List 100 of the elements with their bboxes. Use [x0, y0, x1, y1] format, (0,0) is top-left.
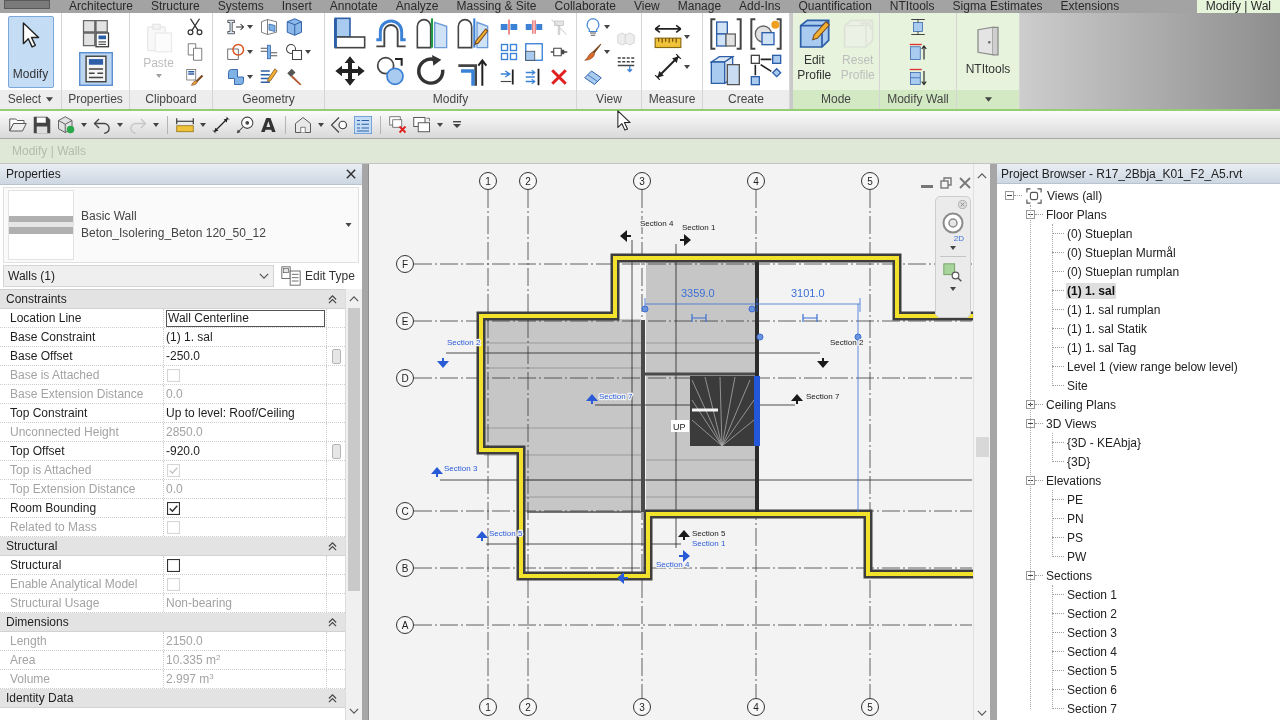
tree-item[interactable]: Site	[1066, 377, 1089, 394]
customize-toolbar-icon[interactable]	[452, 121, 461, 128]
tree-item[interactable]: Section 5	[1066, 662, 1119, 679]
caret-icon[interactable]	[950, 287, 956, 291]
tree-item[interactable]: (1) 1. sal Statik	[1066, 320, 1149, 337]
caret-icon[interactable]	[603, 49, 610, 54]
steering-wheel-icon[interactable]	[942, 212, 964, 234]
collapse-toggle-icon[interactable]	[1026, 571, 1035, 580]
section-head-icon[interactable]	[678, 530, 690, 540]
expand-toggle-icon[interactable]	[1026, 400, 1035, 409]
section-head-icon[interactable]	[817, 358, 829, 368]
text-tool-button[interactable]: A	[260, 114, 277, 135]
modify-tool-button[interactable]: Modify	[7, 15, 54, 88]
plate-lines-icon[interactable]	[909, 17, 927, 36]
ribbon-tab[interactable]: Sigma Estimates	[943, 0, 1052, 13]
caret-icon[interactable]	[684, 34, 690, 39]
ribbon-tab[interactable]: Add-Ins	[730, 0, 790, 13]
thin-lines-icon[interactable]	[353, 115, 372, 134]
caret-icon[interactable]	[304, 49, 311, 54]
stacked-cubes-icon[interactable]	[80, 17, 111, 48]
box-face-icon[interactable]	[259, 17, 278, 36]
ribbon-tab[interactable]: Annotate	[320, 0, 387, 13]
dimension-value[interactable]: 3101.0	[791, 287, 825, 299]
tree-item[interactable]: Section 2	[1066, 605, 1119, 622]
ribbon-tab[interactable]: Architecture	[60, 0, 143, 13]
tree-item[interactable]: Section 4	[1066, 643, 1119, 660]
property-value[interactable]: -250.0	[166, 347, 201, 365]
square-circle-icon[interactable]	[226, 42, 245, 61]
scrollbar-track[interactable]	[973, 164, 990, 720]
collapse-toggle-icon[interactable]	[1026, 419, 1035, 428]
tree-item[interactable]: {3D - KEAbja}	[1066, 434, 1143, 451]
paintbrush-icon[interactable]	[583, 42, 602, 61]
ntitools-button[interactable]: NTItools	[960, 20, 1016, 83]
scroll-up-icon[interactable]	[349, 296, 359, 302]
tree-item[interactable]: 3D Views	[1045, 415, 1098, 432]
close-circle-icon[interactable]	[958, 200, 967, 209]
edit-type-button[interactable]: Edit Type	[280, 266, 356, 286]
split-gap-icon[interactable]	[524, 17, 543, 36]
delete-icon[interactable]	[549, 67, 568, 86]
copy-icon[interactable]	[185, 42, 204, 61]
tree-item[interactable]: (0) Stueplan	[1066, 225, 1134, 242]
ribbon-tab[interactable]: Structure	[142, 0, 209, 13]
caret-icon[interactable]	[246, 49, 253, 54]
tag-leader-icon[interactable]	[236, 115, 254, 134]
aligned-dimension-icon[interactable]	[654, 52, 682, 81]
caret-icon[interactable]	[684, 64, 690, 69]
edit-profile-button[interactable]: Edit Profile	[796, 15, 833, 88]
flow-diagram-icon[interactable]	[750, 53, 782, 86]
collapse-group-icon[interactable]	[328, 617, 337, 627]
ribbon-tab[interactable]: Systems	[208, 0, 273, 13]
collapse-group-icon[interactable]	[328, 294, 337, 304]
layered-panels-icon[interactable]	[710, 53, 742, 86]
pencil-layers-icon[interactable]	[259, 67, 278, 86]
ribbon-tab[interactable]: Quantification	[789, 0, 881, 13]
ribbon-tab[interactable]: Insert	[272, 0, 321, 13]
collapse-group-icon[interactable]	[328, 693, 337, 703]
close-icon[interactable]	[346, 169, 356, 179]
checkbox[interactable]	[167, 558, 180, 572]
chevron-down-icon[interactable]	[259, 273, 269, 279]
tree-item[interactable]: (0) Stueplan rumplan	[1066, 263, 1181, 280]
caret-icon[interactable]	[117, 122, 123, 127]
house-3d-icon[interactable]	[293, 115, 312, 134]
tree-item[interactable]: (1) 1. sal Tag	[1066, 339, 1138, 356]
section-head-icon[interactable]	[791, 394, 803, 404]
ribbon-tab[interactable]: Analyze	[386, 0, 448, 13]
caret-icon[interactable]	[603, 24, 610, 29]
circle-square-icon[interactable]	[284, 42, 303, 61]
scroll-down-icon[interactable]	[349, 708, 359, 714]
edit-profile-icon[interactable]	[798, 18, 831, 51]
tree-item[interactable]: Section 6	[1066, 681, 1119, 698]
tree-item[interactable]: Elevations	[1045, 472, 1103, 489]
tree-item[interactable]: Sections	[1045, 567, 1094, 584]
caret-icon[interactable]	[81, 122, 87, 127]
copy-circles-icon[interactable]	[374, 54, 407, 87]
property-value[interactable]: Up to level: Roof/Ceiling	[166, 404, 295, 422]
caret-icon[interactable]	[345, 223, 352, 227]
zoom-region-icon[interactable]	[943, 263, 963, 283]
scrollbar-thumb[interactable]	[975, 437, 989, 457]
split-lines-icon[interactable]	[259, 42, 278, 61]
ruler-dimension-icon[interactable]	[654, 22, 682, 51]
caret-icon[interactable]	[436, 122, 443, 127]
ribbon-tab[interactable]: Massing & Site	[447, 0, 546, 13]
type-selector[interactable]: Basic Wall Beton_Isolering_Beton 120_50_12	[3, 187, 359, 263]
property-value[interactable]: -920.0	[166, 442, 201, 460]
light-bulb-icon[interactable]	[583, 17, 602, 36]
tree-item[interactable]: (1) 1. sal	[1066, 282, 1117, 299]
scissors-icon[interactable]	[185, 17, 204, 36]
tree-item[interactable]: Section 1	[1066, 586, 1119, 603]
ribbon-tab[interactable]: Manage	[668, 0, 731, 13]
caret-icon[interactable]	[200, 122, 206, 127]
tree-item[interactable]: PW	[1066, 548, 1088, 565]
tree-item[interactable]: {3D}	[1066, 453, 1092, 470]
mirror-axis-icon[interactable]	[415, 16, 448, 49]
tree-item[interactable]: PE	[1066, 491, 1084, 508]
caret-icon[interactable]	[984, 97, 992, 102]
tree-item[interactable]: PS	[1066, 529, 1084, 546]
eraser-icon[interactable]	[583, 67, 602, 86]
spin-handle[interactable]	[331, 348, 341, 364]
caret-icon[interactable]	[246, 74, 253, 79]
spin-handle[interactable]	[331, 443, 341, 459]
